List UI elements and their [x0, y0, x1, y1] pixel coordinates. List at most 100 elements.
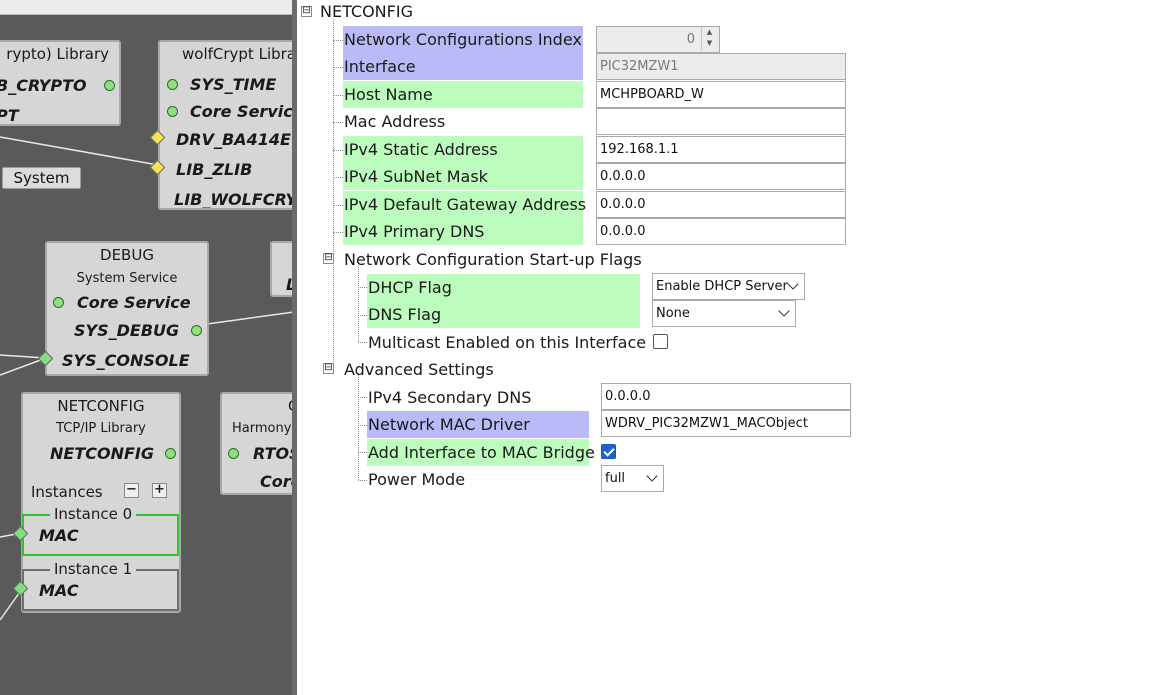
- dhcp-flag-label: DHCP Flag: [367, 274, 640, 301]
- crypto-library-title: rypto) Library: [6, 45, 109, 63]
- tree-branch: [333, 122, 343, 123]
- mac-address-label: Mac Address: [344, 112, 446, 131]
- sys-console-port: SYS_CONSOLE: [62, 351, 190, 370]
- debug-core-service-dot[interactable]: [53, 297, 64, 308]
- instance-1-box[interactable]: Instance 1 MAC: [22, 560, 179, 611]
- add-instance-button[interactable]: +: [152, 483, 167, 498]
- sys-time-port-dot[interactable]: [167, 79, 178, 90]
- harmony-core-component[interactable]: C Harmony RTOS Core: [220, 392, 294, 495]
- tree-branch: [358, 452, 367, 453]
- spin-down-icon[interactable]: ▼: [702, 38, 717, 49]
- tree-branch: [333, 232, 343, 233]
- netconfig-root-label: NETCONFIG: [320, 2, 413, 21]
- ipv4-secondary-dns-label: IPv4 Secondary DNS: [368, 388, 532, 407]
- power-mode-value: full: [605, 471, 626, 486]
- wolfcrypt-title: wolfCrypt Libra: [182, 45, 294, 63]
- configuration-options-panel: ⊟ NETCONFIG Network Configurations Index…: [297, 0, 1152, 695]
- rtos-port: RTOS: [253, 444, 294, 463]
- sys-debug-port-dot[interactable]: [191, 325, 202, 336]
- lib-crypto-port: B_CRYPTO: [0, 76, 87, 95]
- debug-title: DEBUG: [100, 246, 154, 264]
- netconfig-port-dot[interactable]: [165, 448, 176, 459]
- mac-bridge-checkbox[interactable]: [601, 444, 616, 459]
- ipv4-primary-dns-field[interactable]: 0.0.0.0: [596, 218, 846, 245]
- remove-instance-button[interactable]: −: [124, 483, 139, 498]
- tree-branch: [333, 205, 343, 206]
- core-service-port: Core Service: [190, 102, 294, 121]
- advanced-settings-collapse-icon[interactable]: ⊟: [323, 363, 334, 374]
- power-mode-dropdown[interactable]: full: [601, 465, 664, 492]
- tree-branch: [333, 67, 343, 68]
- tree-branch: [358, 397, 367, 398]
- instance-1-label: Instance 1: [50, 560, 137, 578]
- drv-ba414e-port: DRV_BA414E: [176, 130, 291, 149]
- dhcp-flag-dropdown[interactable]: Enable DHCP Server: [652, 273, 805, 300]
- system-button[interactable]: System: [2, 167, 81, 189]
- sys-time-port: SYS_TIME: [190, 75, 277, 94]
- tree-branch: [333, 150, 343, 151]
- debug-component[interactable]: DEBUG System Service Core Service SYS_DE…: [45, 241, 209, 376]
- chevron-down-icon: [646, 470, 658, 482]
- crypto-library-component[interactable]: rypto) Library B_CRYPTO PT: [0, 40, 121, 126]
- lib-zlib-port: LIB_ZLIB: [176, 160, 253, 179]
- instance-0-box[interactable]: Instance 0 MAC: [22, 505, 179, 556]
- index-spinner-buttons[interactable]: ▲ ▼: [701, 27, 717, 50]
- dhcp-flag-value: Enable DHCP Server: [656, 279, 788, 294]
- network-mac-driver-label: Network MAC Driver: [367, 411, 589, 438]
- neighbor-component[interactable]: L: [270, 241, 294, 297]
- ipv4-secondary-dns-field[interactable]: 0.0.0.0: [601, 383, 851, 410]
- lib-wolfcrypt-port: LIB_WOLFCRY: [174, 190, 294, 209]
- tree-line-advanced: [358, 375, 359, 480]
- lib-crypto-port-dot[interactable]: [104, 80, 115, 91]
- debug-core-service-port: Core Service: [77, 293, 191, 312]
- crypt-port: PT: [0, 106, 19, 125]
- startup-flags-collapse-icon[interactable]: ⊟: [323, 253, 334, 264]
- tree-line-flags: [358, 265, 359, 342]
- debug-subtitle: System Service: [76, 271, 178, 286]
- spin-up-icon[interactable]: ▲: [702, 27, 717, 38]
- tree-branch: [358, 287, 367, 288]
- netconfig-title: NETCONFIG: [57, 397, 145, 415]
- ipv4-default-gateway-field[interactable]: 0.0.0.0: [596, 191, 846, 218]
- ipv4-default-gateway-label: IPv4 Default Gateway Address: [343, 191, 586, 218]
- tree-branch: [358, 425, 367, 426]
- ipv4-subnet-mask-field[interactable]: 0.0.0.0: [596, 163, 846, 190]
- netconfig-collapse-icon[interactable]: ⊟: [301, 6, 312, 17]
- advanced-settings-label: Advanced Settings: [344, 360, 494, 379]
- tree-branch: [358, 315, 367, 316]
- host-name-label: Host Name: [343, 81, 583, 108]
- ipv4-primary-dns-label: IPv4 Primary DNS: [343, 218, 583, 245]
- mac-bridge-label: Add Interface to MAC Bridge: [367, 439, 595, 466]
- tree-branch: [333, 95, 343, 96]
- dns-flag-label: DNS Flag: [367, 301, 640, 328]
- power-mode-label: Power Mode: [368, 470, 466, 489]
- interface-label: Interface: [343, 53, 583, 80]
- dns-flag-dropdown[interactable]: None: [652, 300, 796, 327]
- tree-branch: [358, 480, 367, 481]
- tree-branch: [333, 40, 343, 41]
- host-name-field[interactable]: MCHPBOARD_W: [596, 81, 846, 108]
- dns-flag-value: None: [656, 306, 690, 321]
- netconfig-port: NETCONFIG: [50, 444, 154, 463]
- core-service-port-dot[interactable]: [167, 106, 178, 117]
- rtos-port-dot[interactable]: [228, 448, 239, 459]
- ipv4-static-address-label: IPv4 Static Address: [343, 136, 583, 163]
- chevron-down-icon: [778, 305, 790, 317]
- chevron-down-icon: [787, 278, 799, 290]
- multicast-label: Multicast Enabled on this Interface: [368, 333, 647, 352]
- network-configurations-index-label: Network Configurations Index: [343, 26, 583, 53]
- startup-flags-label: Network Configuration Start-up Flags: [344, 250, 642, 269]
- tree-branch: [333, 177, 343, 178]
- project-graph-canvas[interactable]: rypto) Library B_CRYPTO PT wolfCrypt Lib…: [0, 0, 294, 695]
- tree-branch: [358, 342, 367, 343]
- interface-field[interactable]: PIC32MZW1: [596, 53, 846, 80]
- instance-1-mac-port: MAC: [39, 581, 79, 600]
- ipv4-static-address-field[interactable]: 192.168.1.1: [596, 136, 846, 163]
- wolfcrypt-library-component[interactable]: wolfCrypt Libra SYS_TIME Core Service DR…: [158, 40, 294, 210]
- multicast-checkbox[interactable]: [653, 334, 668, 349]
- sys-debug-port: SYS_DEBUG: [74, 321, 180, 340]
- harmony-subtitle: Harmony: [232, 421, 292, 436]
- core-port: Core: [260, 472, 294, 491]
- network-mac-driver-field[interactable]: WDRV_PIC32MZW1_MACObject: [601, 410, 851, 437]
- mac-address-field[interactable]: [596, 108, 846, 135]
